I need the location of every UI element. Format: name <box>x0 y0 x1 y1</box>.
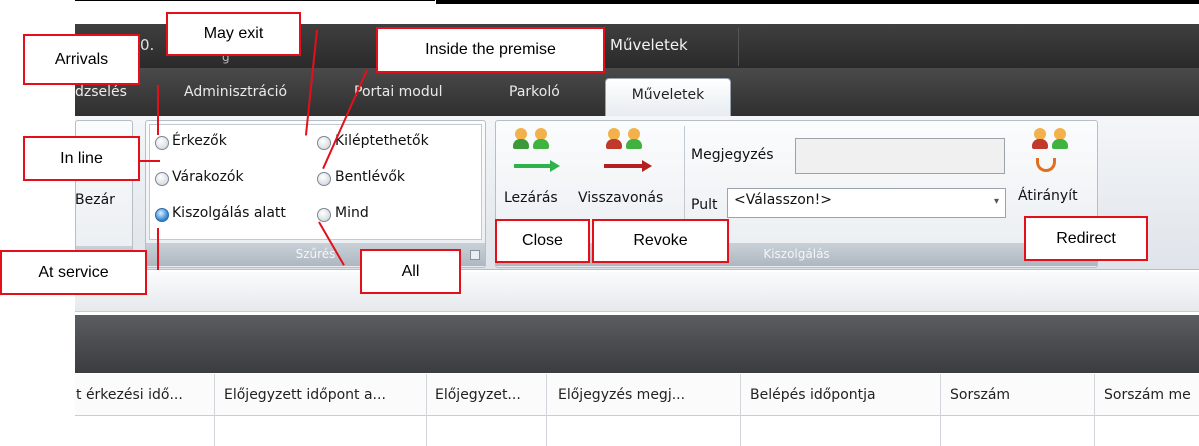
revoke-label: Visszavonás <box>578 190 664 206</box>
column-separator <box>740 374 741 446</box>
person-icon <box>1052 128 1068 150</box>
right-arrow-icon <box>604 164 644 168</box>
tab-administration[interactable]: Adminisztráció <box>184 84 287 100</box>
top-dark-strip <box>436 0 1199 4</box>
radio-label-may-exit: Kiléptethetők <box>335 133 429 149</box>
callout-arrivals: Arrivals <box>23 34 140 85</box>
callout-all: All <box>360 249 461 294</box>
right-arrow-icon <box>514 164 552 168</box>
person-icon <box>533 128 549 150</box>
callout-close: Close <box>495 219 590 263</box>
person-icon <box>606 128 622 150</box>
desk-label: Pult <box>691 197 718 213</box>
arrow-head-icon <box>642 160 652 172</box>
column-separator <box>940 374 941 446</box>
redirect-button[interactable]: Átirányít <box>1014 124 1094 220</box>
callout-at-service: At service <box>0 250 147 295</box>
leader-line-in-line <box>140 160 160 162</box>
top-divider-line <box>75 0 435 1</box>
tab-parking[interactable]: Parkoló <box>509 84 560 100</box>
grid-group-header <box>75 315 1199 373</box>
radio-in-line[interactable] <box>155 172 169 186</box>
column-separator <box>214 374 215 446</box>
revoke-button[interactable]: Visszavonás <box>576 124 680 220</box>
column-header-booking-note[interactable]: Előjegyzés megj... <box>558 387 685 403</box>
radio-label-inside: Bentlévők <box>335 169 406 185</box>
note-input[interactable] <box>795 138 1005 174</box>
context-tab-title: Műveletek <box>610 36 688 54</box>
tab-operations[interactable]: Műveletek <box>605 78 731 118</box>
radio-at-service[interactable] <box>155 208 169 222</box>
column-header-serial[interactable]: Sorszám <box>950 387 1010 403</box>
person-icon <box>513 128 529 150</box>
column-separator <box>546 374 547 446</box>
callout-inside: Inside the premise <box>376 27 605 73</box>
radio-label-all: Mind <box>335 205 369 221</box>
redirect-arrow-icon <box>1036 158 1056 172</box>
callout-in-line: In line <box>23 136 140 181</box>
radio-label-at-service: Kiszolgálás alatt <box>172 205 286 221</box>
callout-revoke: Revoke <box>592 219 729 263</box>
window-title-fragment: 0. <box>140 36 155 54</box>
close-window-button[interactable]: Bezár <box>75 192 115 208</box>
callout-may-exit: May exit <box>166 12 301 56</box>
column-header-entry-time[interactable]: Belépés időpontja <box>750 387 876 403</box>
column-separator <box>426 374 427 446</box>
tab-gate-module[interactable]: Portai modul <box>354 84 443 100</box>
desk-select-value: <Válasszon!> <box>734 192 832 208</box>
close-service-label: Lezárás <box>504 190 558 206</box>
radio-label-in-line: Várakozók <box>172 169 244 185</box>
column-separator <box>1094 374 1095 446</box>
callout-redirect: Redirect <box>1024 216 1148 261</box>
person-icon <box>1032 128 1048 150</box>
redirect-label: Átirányít <box>1018 188 1078 204</box>
column-header-booked[interactable]: Előjegyzet... <box>435 387 521 403</box>
radio-may-exit[interactable] <box>317 136 331 150</box>
column-header-serial-more[interactable]: Sorszám me <box>1104 387 1191 403</box>
note-label: Megjegyzés <box>691 147 774 163</box>
radio-label-arrivals: Érkezők <box>172 133 227 149</box>
chevron-down-icon: ▾ <box>993 196 999 207</box>
leader-line-arrivals <box>157 85 159 135</box>
person-icon <box>626 128 642 150</box>
title-separator <box>738 28 739 66</box>
close-service-button[interactable]: Lezárás <box>500 124 572 220</box>
radio-all[interactable] <box>317 208 331 222</box>
column-header-booked-time[interactable]: Előjegyzett időpont a... <box>224 387 386 403</box>
radio-arrivals[interactable] <box>155 136 169 150</box>
radio-inside[interactable] <box>317 172 331 186</box>
dialog-launcher-icon[interactable] <box>470 250 480 260</box>
table-row[interactable] <box>75 416 1199 446</box>
leader-line-at-service <box>157 228 159 270</box>
desk-select[interactable]: <Válasszon!> ▾ <box>727 188 1006 218</box>
column-header-arrival-time[interactable]: t érkezési idő... <box>76 387 183 403</box>
tab-partial[interactable]: dzselés <box>75 84 127 100</box>
arrow-head-icon <box>550 160 560 172</box>
toolbar-band <box>75 272 1199 312</box>
